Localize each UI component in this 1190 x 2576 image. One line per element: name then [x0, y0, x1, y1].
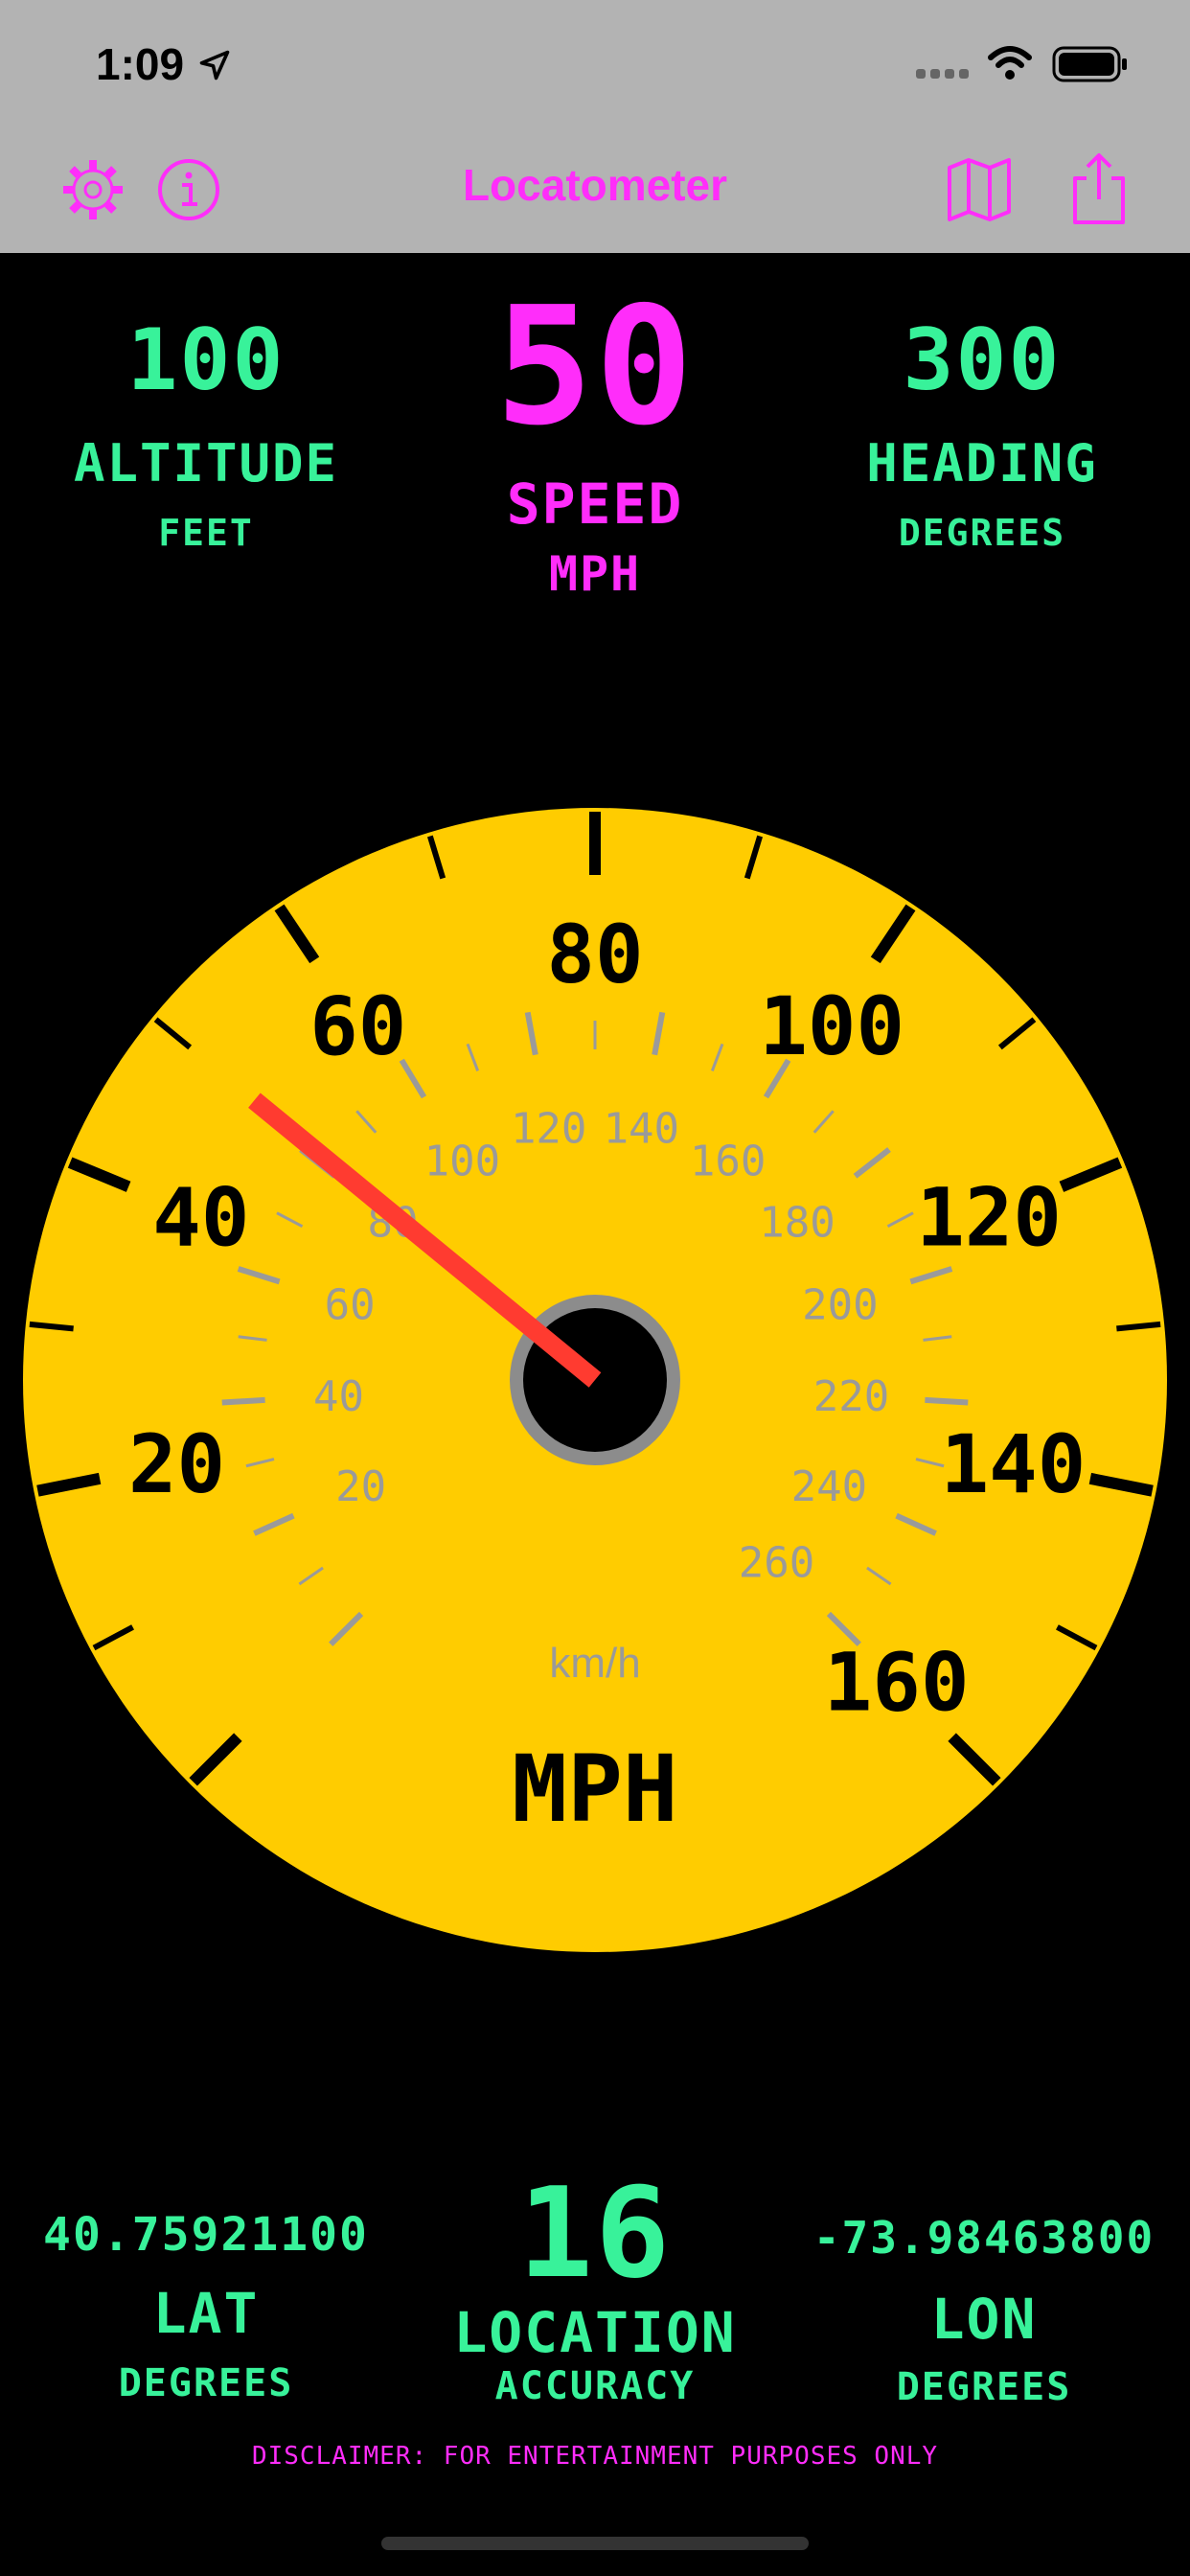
kmh-tick-label: 20 — [335, 1462, 386, 1511]
accuracy-value: 16 — [517, 2160, 673, 2306]
speed-unit: MPH — [548, 546, 642, 602]
kmh-tick-label: 120 — [511, 1104, 586, 1153]
heading-value: 300 — [903, 310, 1062, 409]
kmh-tick — [925, 1396, 969, 1406]
speed-label: SPEED — [506, 472, 684, 537]
location-arrow-icon — [199, 50, 230, 80]
kmh-tick-label: 100 — [424, 1138, 500, 1186]
heading-label: HEADING — [866, 433, 1098, 494]
mph-tick-label: 40 — [152, 1171, 249, 1265]
altitude-value: 100 — [126, 310, 286, 409]
home-indicator[interactable] — [381, 2537, 809, 2550]
kmh-unit-label: km/h — [549, 1640, 640, 1687]
kmh-tick-label: 160 — [690, 1138, 766, 1186]
lat-label: LAT — [152, 2281, 260, 2346]
mph-tick-label: 80 — [546, 908, 643, 1001]
heading-unit: DEGREES — [898, 512, 1066, 554]
accuracy-unit: ACCURACY — [494, 2364, 696, 2408]
speed-value: 50 — [494, 272, 696, 462]
mph-tick-label: 100 — [759, 979, 904, 1073]
mph-tick-label: 140 — [941, 1417, 1087, 1511]
lon-value: -73.98463800 — [812, 2212, 1156, 2264]
disclaimer-text: DISCLAIMER: FOR ENTERTAINMENT PURPOSES O… — [251, 2442, 939, 2471]
battery-icon — [1052, 46, 1127, 82]
kmh-tick-label: 200 — [802, 1280, 878, 1329]
lat-value: 40.75921100 — [43, 2208, 369, 2262]
kmh-tick-label: 260 — [739, 1539, 814, 1588]
kmh-tick — [221, 1396, 265, 1406]
status-time: 1:09 — [96, 39, 185, 89]
lon-label: LON — [930, 2287, 1038, 2352]
kmh-tick-label: 220 — [813, 1372, 889, 1421]
accuracy-label: LOCATION — [453, 2300, 737, 2365]
share-icon[interactable] — [1065, 150, 1133, 226]
mph-tick-label: 20 — [128, 1417, 225, 1511]
kmh-tick-label: 140 — [604, 1104, 679, 1153]
status-bar: 1:09 — [0, 0, 1190, 144]
altitude-label: ALTITUDE — [73, 433, 339, 494]
kmh-tick-label: 180 — [759, 1199, 835, 1248]
lat-unit: DEGREES — [118, 2361, 294, 2405]
mph-tick-label: 120 — [916, 1171, 1062, 1265]
kmh-tick-label: 40 — [313, 1372, 364, 1421]
lon-unit: DEGREES — [896, 2365, 1072, 2409]
altitude-unit: FEET — [158, 512, 254, 554]
mph-unit-label: MPH — [512, 1736, 677, 1843]
signal-icon — [916, 69, 969, 79]
kmh-tick-label: 240 — [791, 1462, 867, 1511]
wifi-icon — [988, 46, 1032, 80]
mph-tick-label: 160 — [824, 1636, 970, 1730]
mph-tick-label: 60 — [309, 979, 406, 1073]
kmh-tick-label: 60 — [325, 1280, 376, 1329]
map-icon[interactable] — [944, 156, 1015, 223]
speedometer-gauge: 20406080100120140160 2040608010012014016… — [23, 808, 1167, 1952]
